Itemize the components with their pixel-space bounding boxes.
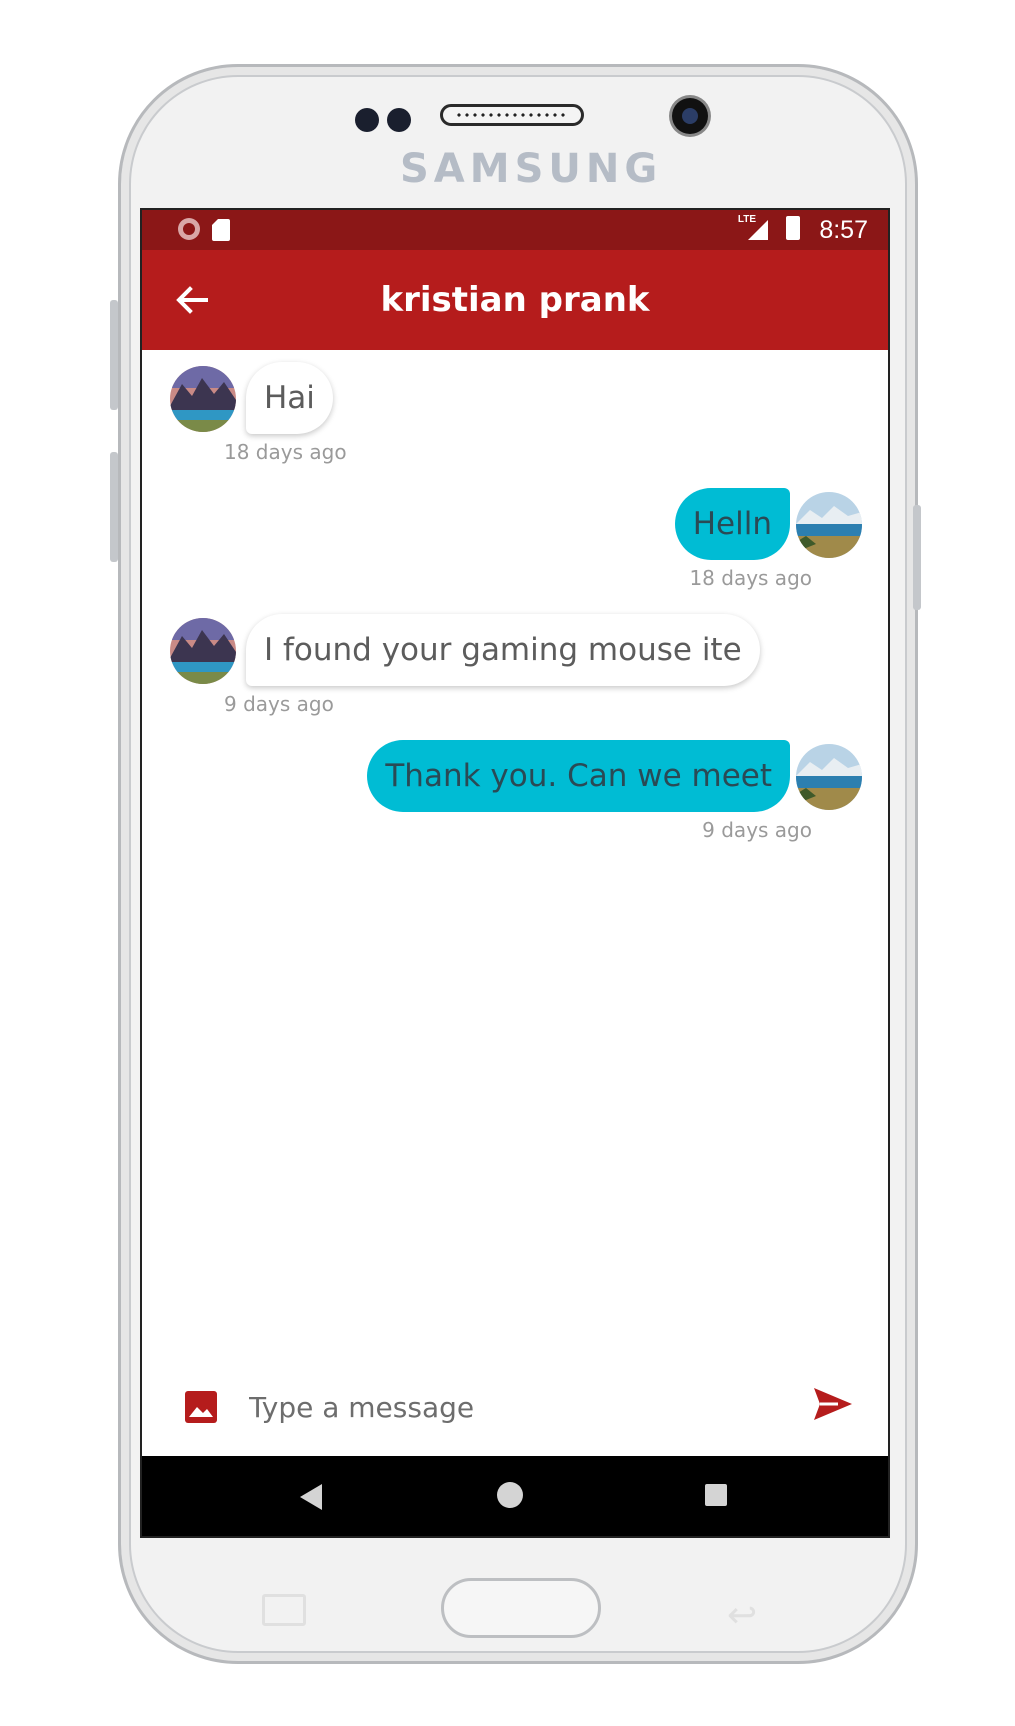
- status-clock: 8:57: [819, 216, 868, 244]
- hardware-back-key: ↩: [727, 1594, 758, 1635]
- user-avatar[interactable]: [796, 492, 862, 558]
- earpiece-speaker: [440, 104, 584, 126]
- volume-up-button: [110, 300, 118, 410]
- message-bubble[interactable]: Helln: [674, 488, 790, 560]
- hardware-home-button: [441, 1578, 601, 1638]
- user-avatar[interactable]: [796, 744, 862, 810]
- screen: LTE 8:57 kristian prank Hai 18 days ago: [140, 208, 890, 1538]
- status-left-icons: [176, 216, 236, 249]
- message-bubble[interactable]: Thank you. Can we meet: [367, 740, 790, 812]
- device-brand: SAMSUNG: [400, 146, 663, 192]
- android-nav-bar: [142, 1456, 888, 1536]
- sender-avatar[interactable]: [170, 366, 236, 432]
- attach-image-button[interactable]: [184, 1390, 218, 1429]
- notification-icons: [178, 218, 230, 241]
- sender-avatar[interactable]: [170, 618, 236, 684]
- nav-recent-apps-icon[interactable]: [705, 1484, 727, 1506]
- hardware-recent-key: [262, 1594, 306, 1626]
- message-list[interactable]: Hai 18 days ago Helln 18 days ago I foun…: [142, 350, 888, 1350]
- message-bubble[interactable]: I found your gaming mouse ite: [246, 614, 760, 686]
- battery-icon: [786, 216, 800, 240]
- message-bubble[interactable]: Hai: [246, 362, 333, 434]
- message-composer: [142, 1350, 888, 1460]
- message-timestamp: 9 days ago: [702, 818, 812, 842]
- app-bar: kristian prank: [142, 250, 888, 350]
- volume-down-button: [110, 452, 118, 562]
- image-icon: [185, 1391, 217, 1423]
- power-button: [913, 505, 921, 610]
- status-bar: LTE 8:57: [142, 210, 888, 250]
- signal-icon: [748, 220, 768, 240]
- message-input[interactable]: [247, 1380, 771, 1434]
- conversation-title: kristian prank: [380, 280, 650, 320]
- nav-back-icon[interactable]: [300, 1484, 322, 1510]
- front-camera: [672, 98, 708, 134]
- nav-home-icon[interactable]: [497, 1482, 523, 1508]
- message-timestamp: 18 days ago: [224, 440, 347, 464]
- send-button[interactable]: [812, 1386, 854, 1427]
- message-timestamp: 9 days ago: [224, 692, 334, 716]
- send-icon: [814, 1388, 852, 1420]
- message-timestamp: 18 days ago: [689, 566, 812, 590]
